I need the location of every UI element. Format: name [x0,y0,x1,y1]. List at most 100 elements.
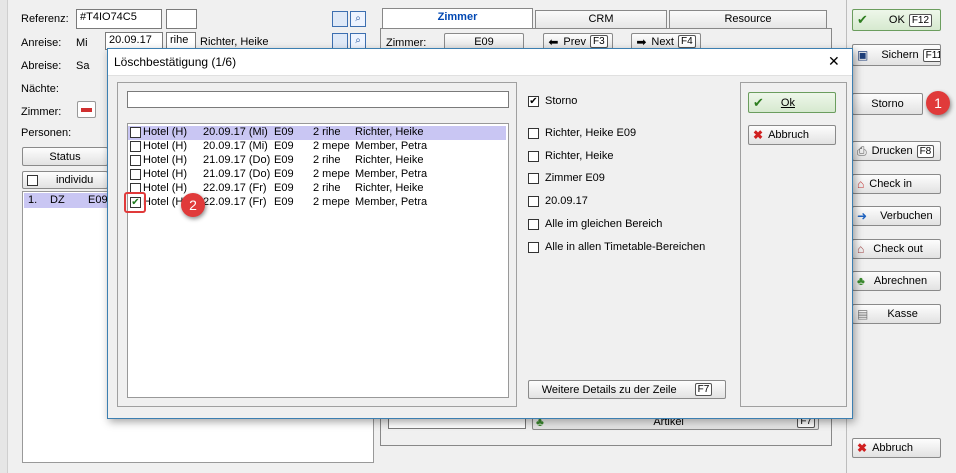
option-checkbox[interactable] [528,128,539,139]
booking-list-row[interactable]: 1. DZ E09 [24,193,108,208]
row-cell-5: Richter, Heike [355,154,424,166]
next-arrow-icon: ➡ [636,34,647,49]
row-cell-5: Member, Petra [355,140,428,152]
booking-row-room: E09 [88,194,108,206]
details-fkey: F7 [694,383,713,396]
status-button[interactable]: Status [22,147,108,166]
zimmer-remove-icon[interactable] [77,101,96,118]
dialog-abbruch-label: Abbruch [768,129,810,141]
dialog-table-row[interactable]: Hotel (H) 20.09.17 (Mi) E09 2 rihe Richter, … [128,126,506,140]
row-cell-4: 2 rihe [313,182,341,194]
sichern-button[interactable]: ▣ Sichern F11 [852,44,941,66]
booking-row-type: DZ [50,194,65,206]
checkout-button[interactable]: ⌂ Check out [852,239,941,259]
row-cell-3: E09 [274,126,294,138]
details-button[interactable]: Weitere Details zu der Zeile F7 [528,380,726,399]
row-checkbox[interactable] [130,141,141,152]
money-icon: ♣ [857,274,865,288]
verbuchen-button[interactable]: ➜ Verbuchen [852,206,941,226]
abrechnen-button[interactable]: ♣ Abrechnen [852,271,941,291]
row-cell-2: 22.09.17 (Fr) [203,196,267,208]
dialog-ok-button[interactable]: ✔ Ok [748,92,836,113]
drucken-button[interactable]: ⎙ Drucken F8 [852,141,941,161]
abreise-day: Sa [76,60,90,72]
printer-icon: ⎙ [857,144,867,158]
row-checkbox[interactable] [130,169,141,180]
save-icon: ▣ [857,48,869,62]
search-icon-2[interactable]: ⌕ [350,33,366,49]
tab-crm[interactable]: CRM [535,10,667,28]
row-cell-4: 2 rihe [313,126,341,138]
referenz-label: Referenz: [21,13,69,25]
abbruch-label: Abbruch [872,442,914,454]
row-cell-4: 2 rihe [313,154,341,166]
tab-resource[interactable]: Resource [669,10,827,28]
dialog-table-row[interactable]: Hotel (H) 21.09.17 (Do) E09 2 mepe Member, P… [128,168,506,182]
anreise-label: Anreise: [21,37,62,49]
option-checkbox[interactable] [528,173,539,184]
checkin-button[interactable]: ⌂ Check in [852,174,941,194]
row-cell-2: 21.09.17 (Do) [203,168,271,180]
dialog-row-list: Hotel (H) 20.09.17 (Mi) E09 2 rihe Richter, … [127,123,509,398]
dialog-table-row[interactable]: Hotel (H) 20.09.17 (Mi) E09 2 mepe Member, P… [128,140,506,154]
row-cell-2: 21.09.17 (Do) [203,154,271,166]
option-label: 20.09.17 [545,195,588,207]
storno-button[interactable]: Storno [852,93,923,115]
row-cell-1: Hotel (H) [143,154,188,166]
option-label: Storno [545,95,578,107]
verbuchen-label: Verbuchen [880,210,933,222]
individual-checkbox[interactable] [27,174,38,186]
ok-button[interactable]: ✔ OK F12 [852,9,941,31]
dialog-table-row[interactable]: Hotel (H) 22.09.17 (Fr) E09 2 rihe Richter, … [128,182,506,196]
delete-confirmation-dialog: Löschbestätigung (1/6) ✕ Hotel (H) 20.09.… [107,48,853,419]
calendar-icon[interactable] [332,11,348,27]
next-label: Next [651,35,674,48]
kasse-label: Kasse [887,308,918,320]
prev-arrow-icon: ⬅ [548,34,559,49]
annotation-badge-1: 1 [926,91,950,115]
details-label: Weitere Details zu der Zeile [541,383,677,396]
x-icon: ✖ [857,441,868,455]
dialog-search-input[interactable] [127,91,509,108]
option-checkbox[interactable] [528,242,539,253]
row-cell-3: E09 [274,140,294,152]
check-icon: ✔ [857,12,868,27]
abbruch-button[interactable]: ✖ Abbruch [852,438,941,458]
dialog-table-row[interactable]: Hotel (H) 21.09.17 (Do) E09 2 rihe Richter, … [128,154,506,168]
naechte-label: Nächte: [21,83,59,95]
referenz-field[interactable]: #T4IO74C5 [76,9,162,29]
option-label: Richter, Heike [545,150,614,162]
row-cell-1: Hotel (H) [143,140,188,152]
cash-register-icon: ▤ [857,307,869,321]
row-cell-5: Member, Petra [355,196,428,208]
row-checkbox[interactable] [130,155,141,166]
row-cell-1: Hotel (H) [143,126,188,138]
arrow-right-icon: ➜ [857,209,868,223]
row-cell-2: 20.09.17 (Mi) [203,126,268,138]
search-icon[interactable]: ⌕ [350,11,366,27]
prev-label: Prev [563,35,586,48]
sichern-fkey: F11 [922,48,940,62]
calendar-icon-2[interactable] [332,33,348,49]
option-label: Alle in allen Timetable-Bereichen [545,241,706,253]
row-cell-4: 2 mepe [313,140,350,152]
right-panel [846,0,956,473]
ok-fkey: F12 [908,13,933,27]
option-checkbox[interactable]: ✔ [528,96,539,107]
row-checkbox[interactable] [130,127,141,138]
dialog-abbruch-button[interactable]: ✖ Abbruch [748,125,836,145]
row-cell-5: Richter, Heike [355,182,424,194]
option-checkbox[interactable] [528,196,539,207]
tab-zimmer[interactable]: Zimmer [382,8,533,28]
referenz-extra-field[interactable] [166,9,197,29]
zimmer-label: Zimmer: [21,106,62,118]
option-label: Zimmer E09 [545,172,605,184]
option-checkbox[interactable] [528,219,539,230]
kasse-button[interactable]: ▤ Kasse [852,304,941,324]
individual-button[interactable]: individu [22,171,108,189]
dialog-close-icon[interactable]: ✕ [828,53,840,70]
drucken-label: Drucken [871,145,913,157]
ok-label: OK [888,14,905,26]
option-checkbox[interactable] [528,151,539,162]
house-out-icon: ⌂ [857,242,865,256]
